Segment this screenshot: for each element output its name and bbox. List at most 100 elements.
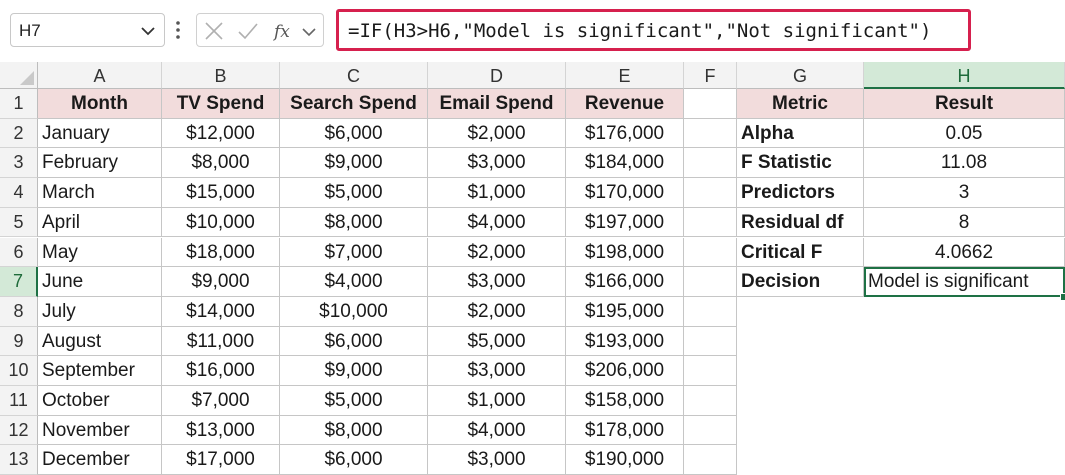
table-cell[interactable]: February — [38, 148, 162, 179]
empty-cell[interactable] — [684, 445, 737, 475]
empty-cell[interactable] — [684, 356, 737, 386]
table-cell[interactable]: $2,000 — [428, 237, 566, 268]
table-header-cell[interactable]: Search Spend — [280, 89, 428, 119]
table-cell[interactable]: $9,000 — [280, 356, 428, 386]
table-cell[interactable]: $7,000 — [280, 237, 428, 268]
table-header-cell[interactable]: Month — [38, 89, 162, 119]
row-header-5[interactable]: 5 — [0, 207, 38, 238]
row-header-2[interactable]: 2 — [0, 118, 38, 149]
row-header-6[interactable]: 6 — [0, 237, 38, 268]
fx-icon[interactable]: fx — [273, 20, 295, 42]
more-options-icon[interactable] — [172, 18, 184, 42]
table-cell[interactable]: October — [38, 386, 162, 416]
name-box[interactable]: H7 — [10, 13, 165, 47]
table-cell[interactable]: $6,000 — [280, 118, 428, 149]
table-cell[interactable]: $5,000 — [280, 178, 428, 208]
table-cell[interactable]: $190,000 — [566, 445, 684, 475]
table-cell[interactable]: $1,000 — [428, 178, 566, 208]
table-cell[interactable]: December — [38, 445, 162, 475]
table-cell[interactable]: $195,000 — [566, 296, 684, 327]
metric-value-cell[interactable]: 0.05 — [864, 118, 1065, 149]
table-cell[interactable]: $166,000 — [566, 267, 684, 297]
table-cell[interactable]: $184,000 — [566, 148, 684, 179]
column-header-b[interactable]: B — [162, 62, 280, 89]
table-cell[interactable]: $197,000 — [566, 207, 684, 238]
metric-label-cell[interactable]: Predictors — [737, 178, 864, 208]
table-cell[interactable]: $10,000 — [280, 296, 428, 327]
table-cell[interactable]: $9,000 — [280, 148, 428, 179]
metric-label-cell[interactable]: F Statistic — [737, 148, 864, 179]
table-cell[interactable]: $16,000 — [162, 356, 280, 386]
metric-value-cell[interactable]: 3 — [864, 178, 1065, 208]
chevron-down-icon[interactable] — [301, 20, 317, 42]
table-cell[interactable]: $2,000 — [428, 118, 566, 149]
metric-label-cell[interactable]: Residual df — [737, 207, 864, 238]
table-cell[interactable]: $176,000 — [566, 118, 684, 149]
column-header-c[interactable]: C — [280, 62, 428, 89]
column-header-h[interactable]: H — [864, 62, 1065, 89]
table-header-cell[interactable]: Revenue — [566, 89, 684, 119]
table-cell[interactable]: $17,000 — [162, 445, 280, 475]
table-cell[interactable]: $3,000 — [428, 148, 566, 179]
table-header-cell[interactable]: Email Spend — [428, 89, 566, 119]
table-cell[interactable]: $9,000 — [162, 267, 280, 297]
active-cell-decision[interactable]: Model is significant — [864, 267, 1065, 297]
table-cell[interactable]: July — [38, 296, 162, 327]
table-cell[interactable]: $7,000 — [162, 386, 280, 416]
table-cell[interactable]: $6,000 — [280, 445, 428, 475]
row-header-10[interactable]: 10 — [0, 356, 38, 386]
table-cell[interactable]: $3,000 — [428, 267, 566, 297]
metric-value-cell[interactable]: 11.08 — [864, 148, 1065, 179]
empty-cell[interactable] — [684, 415, 737, 446]
table-cell[interactable]: $3,000 — [428, 356, 566, 386]
empty-cell[interactable] — [684, 296, 737, 327]
table-cell[interactable]: $8,000 — [280, 415, 428, 446]
table-cell[interactable]: $4,000 — [428, 415, 566, 446]
row-header-4[interactable]: 4 — [0, 178, 38, 208]
table-header-cell[interactable]: TV Spend — [162, 89, 280, 119]
table-cell[interactable]: $13,000 — [162, 415, 280, 446]
row-header-12[interactable]: 12 — [0, 415, 38, 446]
empty-cell[interactable] — [684, 89, 737, 119]
table-cell[interactable]: $18,000 — [162, 237, 280, 268]
table-cell[interactable]: August — [38, 326, 162, 357]
column-header-d[interactable]: D — [428, 62, 566, 89]
table-cell[interactable]: $3,000 — [428, 445, 566, 475]
table-cell[interactable]: November — [38, 415, 162, 446]
select-all-corner[interactable] — [0, 62, 38, 89]
row-header-1[interactable]: 1 — [0, 89, 38, 119]
metric-label-cell[interactable]: Alpha — [737, 118, 864, 149]
x-icon[interactable] — [203, 20, 225, 42]
results-header-cell[interactable]: Result — [864, 89, 1065, 119]
empty-cell[interactable] — [684, 237, 737, 268]
metric-value-cell[interactable]: 4.0662 — [864, 237, 1065, 268]
empty-cell[interactable] — [684, 386, 737, 416]
table-cell[interactable]: $11,000 — [162, 326, 280, 357]
table-cell[interactable]: April — [38, 207, 162, 238]
chevron-down-icon[interactable] — [140, 23, 156, 39]
row-header-3[interactable]: 3 — [0, 148, 38, 179]
table-cell[interactable]: $8,000 — [162, 148, 280, 179]
empty-cell[interactable] — [684, 178, 737, 208]
table-cell[interactable]: $14,000 — [162, 296, 280, 327]
row-header-11[interactable]: 11 — [0, 386, 38, 416]
results-header-cell[interactable]: Metric — [737, 89, 864, 119]
table-cell[interactable]: $4,000 — [280, 267, 428, 297]
table-cell[interactable]: $8,000 — [280, 207, 428, 238]
table-cell[interactable]: $6,000 — [280, 326, 428, 357]
table-cell[interactable]: $2,000 — [428, 296, 566, 327]
row-header-7[interactable]: 7 — [0, 267, 38, 297]
fill-handle[interactable] — [1060, 292, 1065, 301]
empty-cell[interactable] — [684, 207, 737, 238]
formula-input[interactable]: =IF(H3>H6,"Model is significant","Not si… — [336, 9, 971, 51]
column-header-a[interactable]: A — [38, 62, 162, 89]
table-cell[interactable]: September — [38, 356, 162, 386]
row-header-9[interactable]: 9 — [0, 326, 38, 357]
table-cell[interactable]: $10,000 — [162, 207, 280, 238]
empty-cell[interactable] — [684, 118, 737, 149]
table-cell[interactable]: $198,000 — [566, 237, 684, 268]
table-cell[interactable]: May — [38, 237, 162, 268]
table-cell[interactable]: $4,000 — [428, 207, 566, 238]
table-cell[interactable]: $12,000 — [162, 118, 280, 149]
table-cell[interactable]: $158,000 — [566, 386, 684, 416]
